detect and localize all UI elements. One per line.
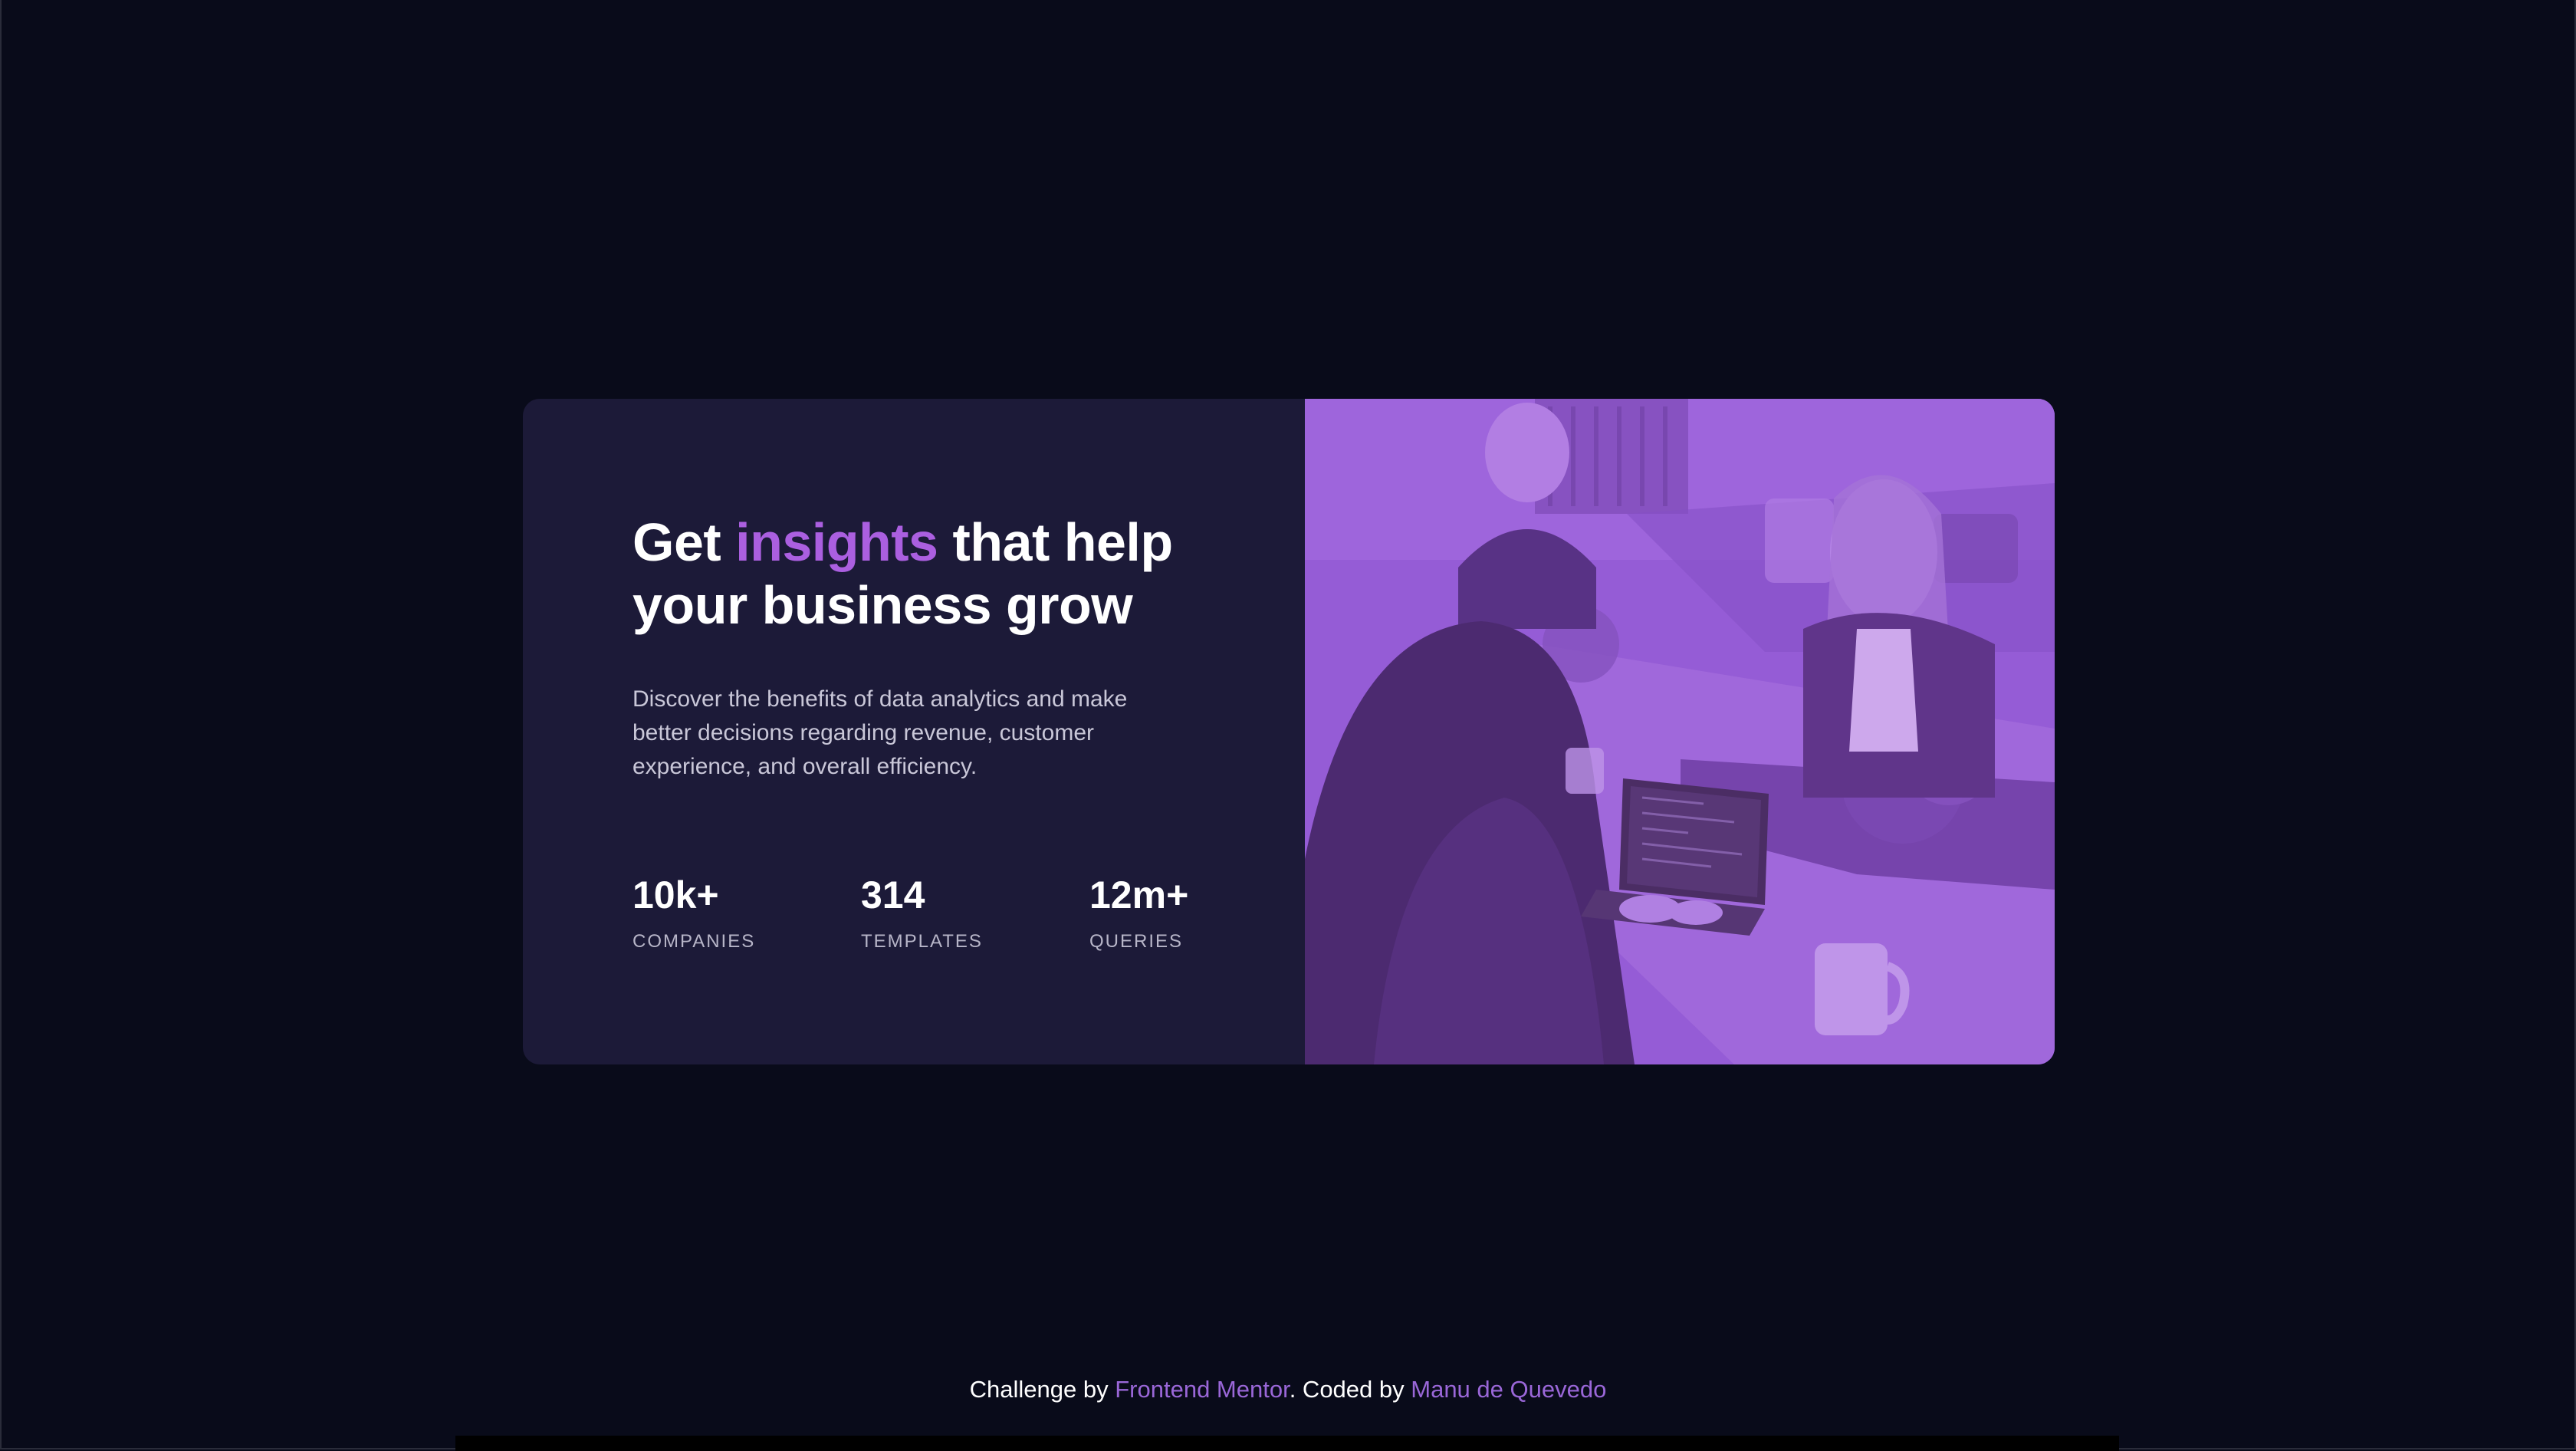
stats-row: 10k+ COMPANIES 314 TEMPLATES 12m+ QUERIE… [632, 874, 1318, 953]
frontend-mentor-link[interactable]: Frontend Mentor [1115, 1376, 1289, 1403]
headline-start: Get [632, 512, 736, 572]
stat-label: QUERIES [1089, 931, 1184, 952]
attribution-middle: . Coded by [1289, 1376, 1411, 1403]
bottom-strip [455, 1436, 2119, 1451]
stat-companies: 10k+ COMPANIES [632, 874, 861, 953]
author-link[interactable]: Manu de Quevedo [1411, 1376, 1606, 1403]
header-image [1305, 399, 2055, 1064]
office-photo-illustration [1305, 399, 2055, 1064]
stat-value: 314 [861, 874, 925, 916]
description: Discover the benefits of data analytics … [632, 686, 1128, 779]
attribution-footer: Challenge by Frontend Mentor. Coded by M… [0, 1374, 2576, 1405]
stat-value: 12m+ [1089, 874, 1189, 916]
stats-preview-card: Get insights that help your business gro… [523, 399, 2055, 1064]
stat-label: COMPANIES [632, 931, 756, 952]
stat-value: 10k+ [632, 874, 719, 916]
stat-templates: 314 TEMPLATES [861, 874, 1089, 953]
headline: Get insights that help your business gro… [632, 511, 1215, 637]
card-text-panel: Get insights that help your business gro… [523, 399, 1305, 1064]
stat-queries: 12m+ QUERIES [1089, 874, 1318, 953]
headline-accent: insights [735, 512, 938, 572]
attribution-prefix: Challenge by [969, 1376, 1116, 1403]
stat-label: TEMPLATES [861, 931, 983, 952]
